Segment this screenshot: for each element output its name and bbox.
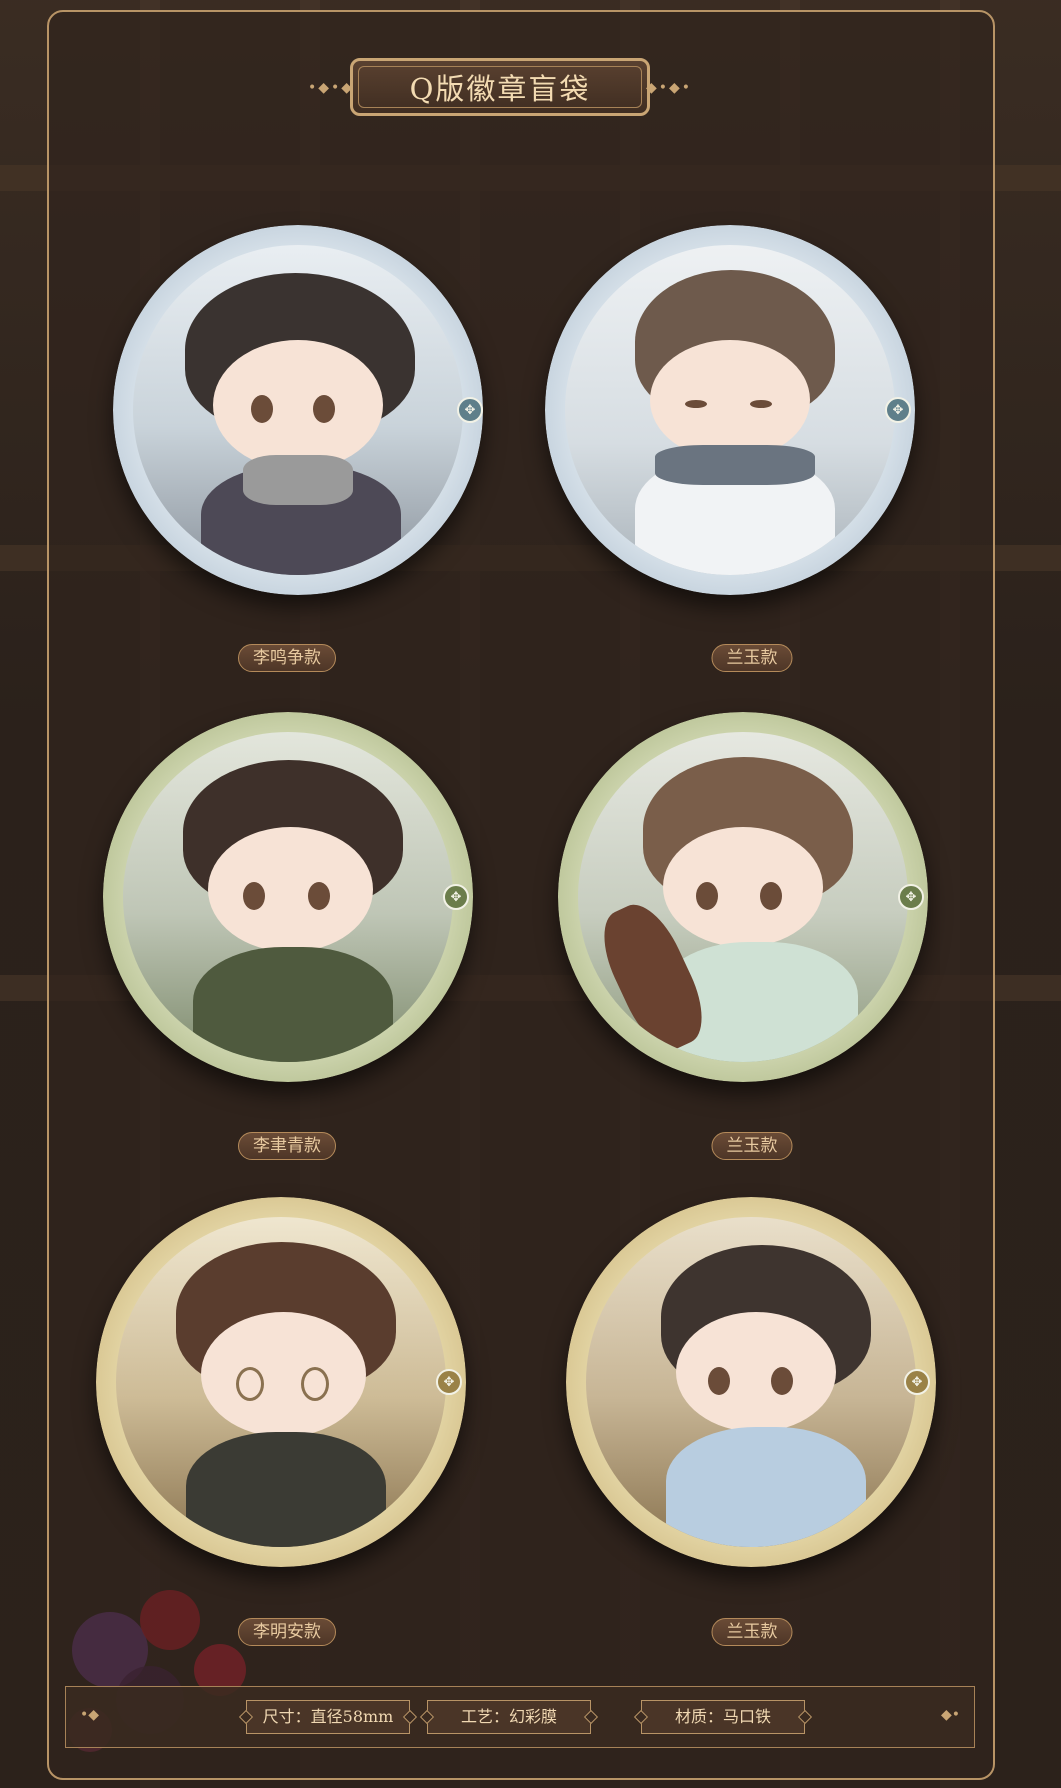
badge-pin-icon: ✥ bbox=[443, 884, 469, 910]
ornament-icon: ◆• bbox=[940, 1707, 960, 1723]
badge-image-4: ✥ bbox=[558, 712, 928, 1082]
spec-craft: 工艺：幻彩膜 bbox=[427, 1700, 591, 1734]
badge-pin-icon: ✥ bbox=[885, 397, 911, 423]
badge-label-2: 兰玉款 bbox=[711, 644, 793, 672]
badge-pin-icon: ✥ bbox=[898, 884, 924, 910]
badge-pin-icon: ✥ bbox=[457, 397, 483, 423]
spec-bar: •◆ 尺寸：直径58mm 工艺：幻彩膜 材质：马口铁 ◆• bbox=[65, 1686, 975, 1748]
spec-material: 材质：马口铁 bbox=[641, 1700, 805, 1734]
badge-label-4: 兰玉款 bbox=[711, 1132, 793, 1160]
ornament-icon: •◆ bbox=[80, 1707, 100, 1723]
badge-pin-icon: ✥ bbox=[904, 1369, 930, 1395]
ornament-icon: •◆•◆ bbox=[308, 80, 355, 96]
badge-image-3: ✥ bbox=[103, 712, 473, 1082]
badge-label-3: 李聿青款 bbox=[238, 1132, 336, 1160]
badge-image-6: ✥ bbox=[566, 1197, 936, 1567]
badge-label-1: 李鸣争款 bbox=[238, 644, 336, 672]
badge-image-5: ✥ bbox=[96, 1197, 466, 1567]
title-banner: •◆•◆ Q版徽章盲袋 ◆•◆• bbox=[300, 58, 700, 120]
badge-image-1: ✥ bbox=[113, 225, 483, 595]
badge-pin-icon: ✥ bbox=[436, 1369, 462, 1395]
badge-label-6: 兰玉款 bbox=[711, 1618, 793, 1646]
badge-image-2: ✥ bbox=[545, 225, 915, 595]
title-frame: Q版徽章盲袋 bbox=[350, 58, 650, 116]
ornament-icon: ◆•◆• bbox=[645, 80, 692, 96]
page-title: Q版徽章盲袋 bbox=[409, 72, 591, 106]
spec-size: 尺寸：直径58mm bbox=[246, 1700, 410, 1734]
